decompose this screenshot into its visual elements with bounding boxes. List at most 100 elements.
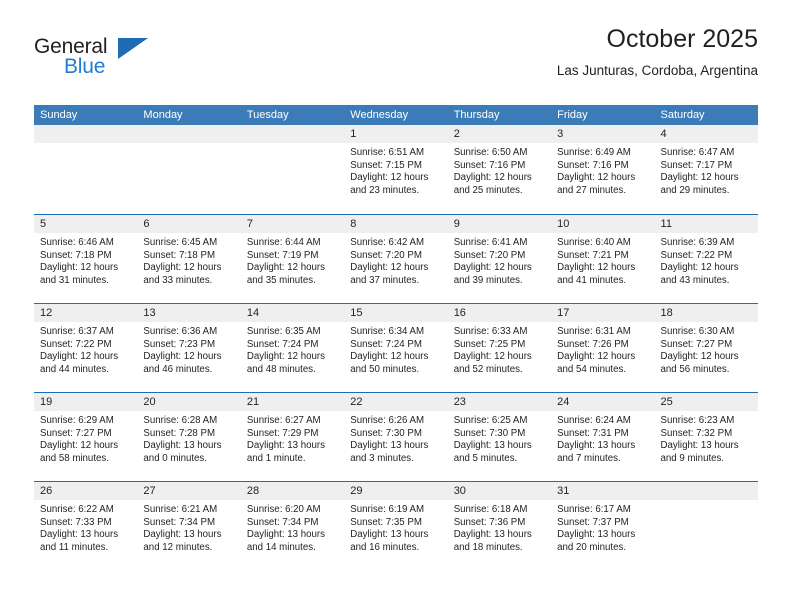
day-cell[interactable]: 26 Sunrise: 6:22 AM Sunset: 7:33 PM Dayligh… — [34, 482, 138, 570]
day-detail-line: Daylight: 12 hours — [143, 262, 222, 274]
day-number: 17 — [551, 304, 655, 322]
day-detail-line: and 0 minutes. — [143, 452, 207, 464]
day-cell[interactable]: 5 Sunrise: 6:46 AM Sunset: 7:18 PM Daylight… — [34, 215, 138, 303]
day-cell[interactable]: 16 Sunrise: 6:33 AM Sunset: 7:25 PM Dayligh… — [447, 304, 552, 392]
day-cell[interactable]: 6 Sunrise: 6:45 AM Sunset: 7:18 PM Daylight… — [137, 215, 241, 303]
day-detail-line: and 54 minutes. — [557, 363, 627, 375]
day-detail-line: and 43 minutes. — [660, 274, 730, 286]
day-cell[interactable]: 1 Sunrise: 6:51 AM Sunset: 7:15 PM Daylight… — [344, 125, 448, 214]
day-number: 14 — [240, 304, 345, 322]
day-cell[interactable]: 15 Sunrise: 6:34 AM Sunset: 7:24 PM Dayligh… — [344, 304, 448, 392]
day-cell-empty — [34, 125, 138, 214]
calendar-week-row: 19 Sunrise: 6:29 AM Sunset: 7:27 PM Dayligh… — [34, 392, 758, 481]
day-cell[interactable]: 18 Sunrise: 6:30 AM Sunset: 7:27 PM Dayligh… — [654, 304, 758, 392]
day-detail-line: Sunset: 7:27 PM — [660, 338, 733, 350]
day-detail-line: Daylight: 12 hours — [350, 172, 429, 184]
day-cell[interactable]: 4 Sunrise: 6:47 AM Sunset: 7:17 PM Daylight… — [654, 125, 758, 214]
day-detail-line: Sunrise: 6:46 AM — [40, 237, 114, 248]
day-cell[interactable]: 14 Sunrise: 6:35 AM Sunset: 7:24 PM Dayligh… — [240, 304, 345, 392]
day-detail-line: and 11 minutes. — [40, 541, 109, 553]
day-number: 2 — [447, 125, 552, 143]
day-cell[interactable]: 25 Sunrise: 6:23 AM Sunset: 7:32 PM Dayligh… — [654, 393, 758, 481]
day-cell[interactable]: 11 Sunrise: 6:39 AM Sunset: 7:22 PM Dayligh… — [654, 215, 758, 303]
day-detail-line: Sunset: 7:36 PM — [453, 516, 526, 528]
day-detail-line: Sunset: 7:25 PM — [453, 338, 526, 350]
day-detail-line: Daylight: 13 hours — [143, 440, 222, 452]
day-detail-line: Sunrise: 6:44 AM — [246, 237, 321, 248]
day-detail-line: Sunrise: 6:41 AM — [453, 237, 528, 248]
day-cell-empty — [654, 482, 758, 570]
day-cell[interactable]: 28 Sunrise: 6:20 AM Sunset: 7:34 PM Dayligh… — [240, 482, 345, 570]
day-number: 13 — [137, 304, 241, 322]
day-cell[interactable]: 31 Sunrise: 6:17 AM Sunset: 7:37 PM Dayligh… — [551, 482, 655, 570]
day-detail-line: Sunset: 7:22 PM — [660, 249, 733, 261]
day-detail-line: and 14 minutes. — [246, 541, 316, 553]
day-cell[interactable]: 19 Sunrise: 6:29 AM Sunset: 7:27 PM Dayligh… — [34, 393, 138, 481]
day-details: Sunrise: 6:24 AM Sunset: 7:31 PM Daylight:… — [551, 411, 654, 465]
day-cell[interactable]: 10 Sunrise: 6:40 AM Sunset: 7:21 PM Dayligh… — [551, 215, 655, 303]
day-number: 16 — [447, 304, 552, 322]
day-number: 23 — [447, 393, 552, 411]
page-header: General Blue October 2025 Las Junturas, … — [34, 24, 758, 94]
day-detail-line: Daylight: 12 hours — [557, 172, 636, 184]
day-detail-line: Sunrise: 6:33 AM — [453, 326, 528, 337]
day-detail-line: Daylight: 13 hours — [246, 440, 325, 452]
day-cell[interactable]: 21 Sunrise: 6:27 AM Sunset: 7:29 PM Dayligh… — [240, 393, 345, 481]
day-number: 25 — [654, 393, 758, 411]
generalblue-logo[interactable]: General Blue — [34, 36, 164, 88]
day-detail-line: Sunrise: 6:21 AM — [143, 504, 218, 515]
weekday-header-thursday: Thursday — [453, 109, 500, 121]
day-detail-line: Sunset: 7:26 PM — [557, 338, 629, 350]
day-cell[interactable]: 24 Sunrise: 6:24 AM Sunset: 7:31 PM Dayligh… — [551, 393, 655, 481]
day-detail-line: Daylight: 13 hours — [453, 440, 532, 452]
day-detail-line: Daylight: 12 hours — [246, 351, 325, 363]
day-cell[interactable]: 22 Sunrise: 6:26 AM Sunset: 7:30 PM Dayligh… — [344, 393, 448, 481]
calendar-page: General Blue October 2025 Las Junturas, … — [0, 0, 792, 612]
day-cell[interactable]: 23 Sunrise: 6:25 AM Sunset: 7:30 PM Dayligh… — [447, 393, 552, 481]
day-details: Sunrise: 6:19 AM Sunset: 7:35 PM Daylight:… — [344, 500, 447, 554]
day-number: 26 — [34, 482, 138, 500]
day-detail-line: Sunrise: 6:51 AM — [350, 147, 425, 158]
day-number: 27 — [137, 482, 241, 500]
day-detail-line: and 27 minutes. — [557, 184, 627, 196]
day-cell[interactable]: 9 Sunrise: 6:41 AM Sunset: 7:20 PM Daylight… — [447, 215, 552, 303]
day-detail-line: Daylight: 12 hours — [40, 440, 119, 452]
day-detail-line: Sunset: 7:18 PM — [143, 249, 216, 261]
day-cell[interactable]: 3 Sunrise: 6:49 AM Sunset: 7:16 PM Daylight… — [551, 125, 655, 214]
weekday-header-row: Sunday Monday Tuesday Wednesday Thursday Frid… — [34, 105, 758, 125]
day-details: Sunrise: 6:36 AM Sunset: 7:23 PM Daylight:… — [137, 322, 240, 376]
day-cell[interactable]: 2 Sunrise: 6:50 AM Sunset: 7:16 PM Daylight… — [447, 125, 552, 214]
day-cell[interactable]: 12 Sunrise: 6:37 AM Sunset: 7:22 PM Dayligh… — [34, 304, 138, 392]
day-detail-line: Sunset: 7:28 PM — [143, 427, 216, 439]
day-detail-line: and 33 minutes. — [143, 274, 213, 286]
day-number: 18 — [654, 304, 758, 322]
day-detail-line: Sunset: 7:16 PM — [557, 159, 629, 171]
day-detail-line: Daylight: 13 hours — [660, 440, 739, 452]
day-cell[interactable]: 13 Sunrise: 6:36 AM Sunset: 7:23 PM Dayligh… — [137, 304, 241, 392]
day-detail-line: Sunset: 7:21 PM — [557, 249, 629, 261]
day-detail-line: Sunset: 7:32 PM — [660, 427, 733, 439]
day-detail-line: Sunrise: 6:17 AM — [557, 504, 631, 515]
day-number: 30 — [447, 482, 552, 500]
day-detail-line: Sunset: 7:23 PM — [143, 338, 216, 350]
day-cell[interactable]: 8 Sunrise: 6:42 AM Sunset: 7:20 PM Daylight… — [344, 215, 448, 303]
day-detail-line: Sunset: 7:22 PM — [40, 338, 112, 350]
day-cell[interactable]: 17 Sunrise: 6:31 AM Sunset: 7:26 PM Dayligh… — [551, 304, 655, 392]
day-detail-line: Daylight: 13 hours — [453, 529, 532, 541]
day-number: 19 — [34, 393, 138, 411]
day-detail-line: Daylight: 13 hours — [557, 529, 636, 541]
day-cell[interactable]: 7 Sunrise: 6:44 AM Sunset: 7:19 PM Daylight… — [240, 215, 345, 303]
day-details: Sunrise: 6:45 AM Sunset: 7:18 PM Daylight:… — [137, 233, 240, 287]
day-detail-line: Daylight: 12 hours — [660, 262, 739, 274]
day-details: Sunrise: 6:18 AM Sunset: 7:36 PM Daylight:… — [448, 500, 551, 554]
day-number: 15 — [344, 304, 448, 322]
day-detail-line: Sunrise: 6:28 AM — [143, 415, 218, 426]
day-cell[interactable]: 30 Sunrise: 6:18 AM Sunset: 7:36 PM Dayligh… — [447, 482, 552, 570]
day-details: Sunrise: 6:26 AM Sunset: 7:30 PM Daylight:… — [344, 411, 447, 465]
day-number — [34, 125, 138, 143]
day-cell[interactable]: 27 Sunrise: 6:21 AM Sunset: 7:34 PM Dayligh… — [137, 482, 241, 570]
day-cell[interactable]: 20 Sunrise: 6:28 AM Sunset: 7:28 PM Dayligh… — [137, 393, 241, 481]
day-detail-line: Daylight: 12 hours — [246, 262, 325, 274]
day-cell-empty — [240, 125, 345, 214]
day-cell[interactable]: 29 Sunrise: 6:19 AM Sunset: 7:35 PM Dayligh… — [344, 482, 448, 570]
